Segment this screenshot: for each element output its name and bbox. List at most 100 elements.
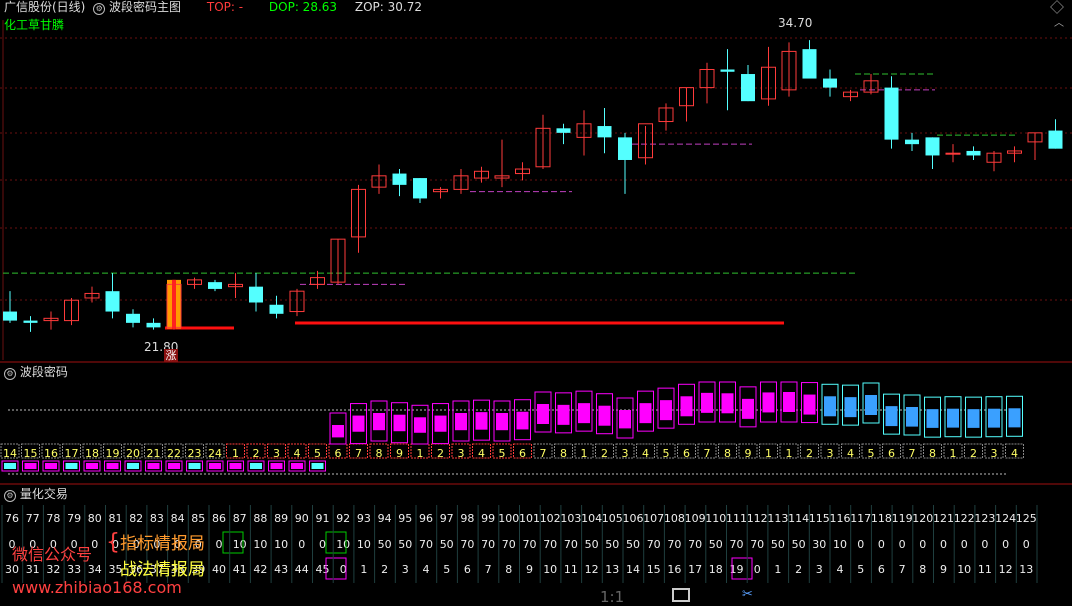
wave-bar-fill	[598, 405, 611, 426]
chart-canvas: 14 15 16 17 18 19 20 21 22 23 24 1 2 3 4 5 6 7 8 9 1 2 3 4 5 6 7 8 1…	[0, 20, 1072, 583]
wave-bar-fill	[701, 392, 713, 413]
quant-cell: 111	[726, 512, 747, 525]
settings-icon[interactable]: ⚙	[4, 368, 16, 380]
quant-cell: 94	[378, 512, 392, 525]
zoom-level[interactable]: 1:1	[600, 588, 624, 606]
quant-cell: 50	[440, 538, 454, 551]
highlight-candle-stripe	[172, 279, 176, 329]
wave-bar-fill	[742, 398, 754, 419]
quant-cell: 0	[216, 538, 223, 551]
wave-bar-fill	[496, 413, 508, 431]
quant-panel-title[interactable]: 量化交易	[20, 487, 68, 501]
quant-cell: 10	[233, 538, 247, 551]
quant-cell: 95	[398, 512, 412, 525]
candle-body	[802, 49, 817, 79]
candle-body	[925, 137, 940, 156]
wave-bar-fill	[844, 397, 857, 418]
brace-glyph: {	[106, 530, 120, 555]
quant-cell: 0	[1023, 538, 1030, 551]
wave-bar-fill	[680, 396, 693, 417]
quant-cell: 15	[647, 563, 661, 576]
settings-icon[interactable]: ⚙	[93, 3, 106, 15]
wave-bar-fill	[127, 463, 139, 469]
quant-cell: 99	[481, 512, 495, 525]
quant-cell: 2	[795, 563, 802, 576]
candle-body	[556, 128, 571, 133]
wave-bar-fill	[168, 463, 180, 469]
screenshot-icon[interactable]: ✂	[742, 587, 762, 603]
quant-cell: 50	[771, 538, 785, 551]
quant-cell: 0	[878, 538, 885, 551]
wave-bar-fill	[947, 408, 959, 428]
quant-cell: 0	[961, 538, 968, 551]
wave-bar-fill	[619, 410, 631, 429]
wave-bar-fill	[311, 463, 324, 469]
quant-cell: 1	[774, 563, 781, 576]
quant-cell: 100	[498, 512, 519, 525]
quant-cell: 3	[816, 563, 823, 576]
quant-cell: 113	[767, 512, 788, 525]
quant-cell: 86	[212, 512, 226, 525]
quant-cell: 109	[685, 512, 706, 525]
quant-cell: 12	[999, 563, 1013, 576]
high-price-label: 34.70	[778, 16, 813, 30]
quant-cell: 30	[812, 538, 826, 551]
quant-cell: 9	[940, 563, 947, 576]
quant-cell: 107	[643, 512, 664, 525]
quant-cell: 4	[837, 563, 844, 576]
quant-cell: 4	[423, 563, 430, 576]
quant-panel-header: ⚙ 量化交易	[4, 487, 68, 502]
quant-cell: 89	[274, 512, 288, 525]
quant-cell: 101	[519, 512, 540, 525]
quant-cell: 81	[109, 512, 123, 525]
quant-cell: 7	[485, 563, 492, 576]
quant-cell: 9	[526, 563, 533, 576]
wave-bar-fill	[106, 463, 119, 469]
quant-cell: 118	[871, 512, 892, 525]
quant-cell: 85	[191, 512, 205, 525]
quant-cell: 70	[523, 538, 537, 551]
quant-cell: 115	[809, 512, 830, 525]
wave-bar-fill	[865, 395, 877, 415]
wave-bar-fill	[885, 406, 898, 427]
candle-body	[208, 282, 222, 289]
chart-header: 广信股份(日线) ⚙ 波段密码主图 TOP: - DOP: 28.63 ZOP:…	[4, 0, 422, 15]
zop-value: ZOP: 30.72	[354, 0, 422, 14]
candle-body	[823, 78, 837, 88]
quant-cell: 50	[378, 538, 392, 551]
stock-name[interactable]: 广信股份(日线)	[4, 0, 85, 14]
quant-cell: 41	[233, 563, 247, 576]
quant-cell: 82	[129, 512, 143, 525]
quant-cell: 98	[460, 512, 474, 525]
wave-bar-fill	[434, 415, 447, 432]
quant-cell: 10	[957, 563, 971, 576]
quant-cell: 70	[543, 538, 557, 551]
quant-cell: 44	[295, 563, 309, 576]
indicator-name[interactable]: 波段密码主图	[109, 0, 181, 14]
quant-cell: 42	[253, 563, 267, 576]
wave-panel-title[interactable]: 波段密码	[20, 365, 68, 379]
chevron-up-icon[interactable]: ︿	[1054, 14, 1064, 29]
fullscreen-icon[interactable]	[672, 588, 690, 602]
website-url[interactable]: www.zhibiao168.com	[12, 578, 182, 597]
wave-bar-fill	[455, 413, 467, 431]
quant-cell: 70	[730, 538, 744, 551]
dop-value: DOP: 28.63	[268, 0, 338, 14]
quant-cell: 110	[705, 512, 726, 525]
wave-bar-fill	[24, 463, 37, 469]
wave-bar-fill	[783, 392, 795, 412]
quant-cell: 7	[899, 563, 906, 576]
quant-cell: 70	[481, 538, 495, 551]
quant-cell: 93	[357, 512, 371, 525]
quant-cell: 70	[667, 538, 681, 551]
quant-cell: 106	[623, 512, 644, 525]
settings-icon[interactable]: ⚙	[4, 490, 16, 502]
quant-cell: 102	[540, 512, 561, 525]
quant-cell: 16	[667, 563, 681, 576]
quant-cell: 76	[5, 512, 19, 525]
wave-bar-fill	[209, 463, 221, 469]
quant-cell: 0	[1002, 538, 1009, 551]
quant-cell: 5	[857, 563, 864, 576]
quant-cell: 10	[543, 563, 557, 576]
quant-cell: 0	[919, 538, 926, 551]
